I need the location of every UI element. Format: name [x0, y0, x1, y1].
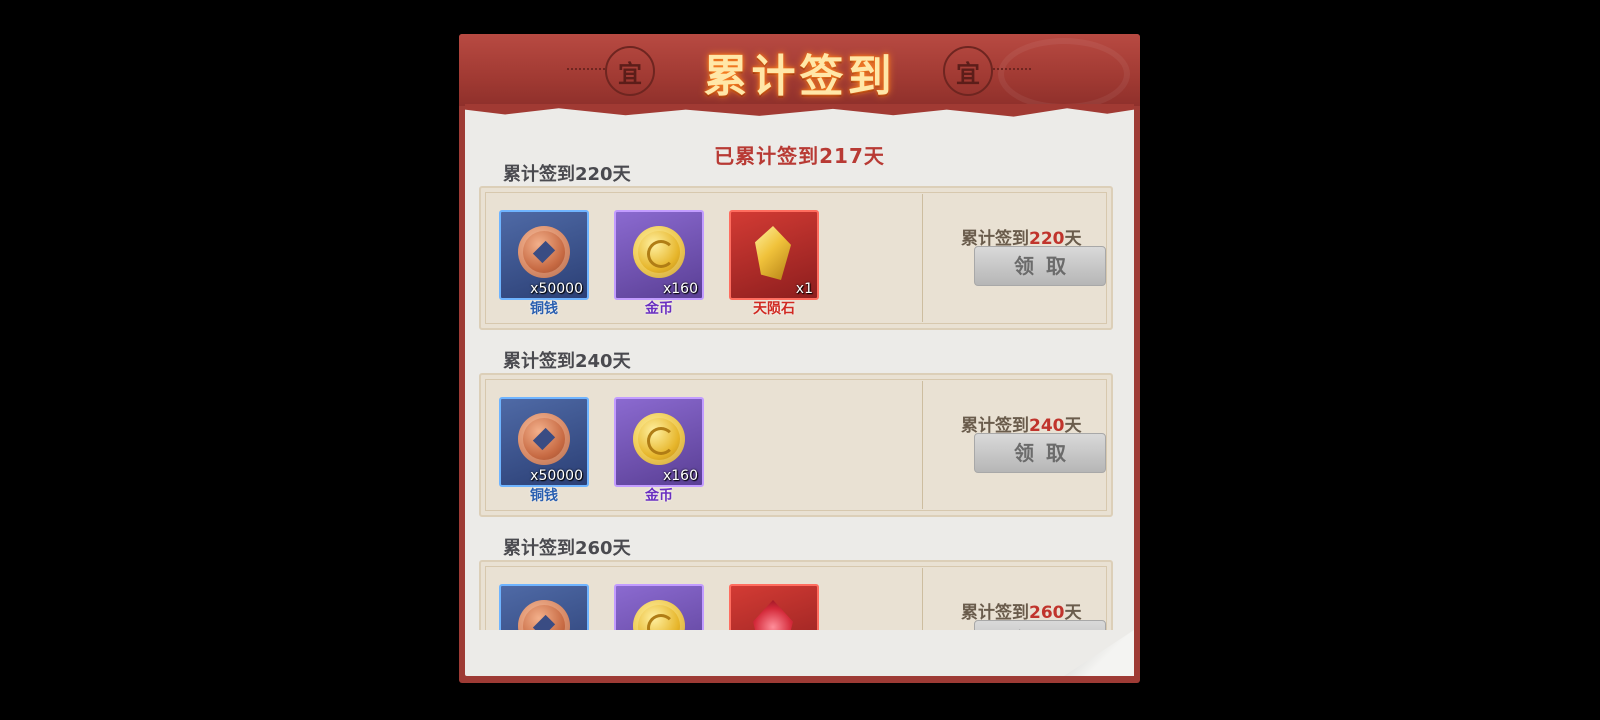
milestone-label: 累计签到260天: [503, 538, 631, 559]
panel-header: 宜 累计签到 宜: [459, 34, 1140, 110]
reward-qty: x160: [662, 468, 698, 484]
reward-name: 金币: [645, 301, 673, 317]
milestone-220: 累计签到220天 x50000 铜钱 x160 金币 x1 天陨石 累计签到22…: [465, 160, 1134, 343]
milestone-240: 累计签到240天 x50000 铜钱 x160 金币 累计签到240天 领取: [465, 347, 1134, 530]
copper-coin-icon: [518, 413, 570, 465]
reward-slot-gold[interactable]: [614, 584, 704, 630]
milestone-label: 累计签到240天: [503, 351, 631, 372]
gold-coin-icon: [633, 413, 685, 465]
card-divider: [922, 568, 923, 630]
reward-name: 金币: [645, 488, 673, 504]
copper-coin-icon: [518, 600, 570, 630]
reward-slot-copper[interactable]: x50000: [499, 210, 589, 300]
claim-button[interactable]: 领取: [974, 246, 1106, 286]
page-curl: [1064, 630, 1134, 676]
milestone-260: 累计签到260天 累计签到260天 领取: [465, 534, 1134, 630]
reward-name: 天陨石: [753, 301, 795, 317]
gold-coin-icon: [633, 600, 685, 630]
meteorite-stone-icon: [755, 226, 791, 280]
gold-coin-icon: [633, 226, 685, 278]
reward-qty: x1: [795, 281, 813, 297]
milestone-list[interactable]: 累计签到220天 x50000 铜钱 x160 金币 x1 天陨石 累计签到22…: [465, 160, 1134, 630]
red-gem-icon: [753, 600, 793, 630]
reward-slot-gold[interactable]: x160: [614, 397, 704, 487]
reward-slot-copper[interactable]: [499, 584, 589, 630]
reward-name: 铜钱: [530, 301, 558, 317]
reward-slot-gold[interactable]: x160: [614, 210, 704, 300]
card-divider: [922, 381, 923, 509]
reward-slot-meteorite[interactable]: x1: [729, 210, 819, 300]
sign-in-panel: 宜 累计签到 宜 已累计签到217天 累计签到220天 x50000 铜钱 x1…: [459, 34, 1140, 683]
card-divider: [922, 194, 923, 322]
reward-qty: x50000: [530, 468, 583, 484]
paper-body: 已累计签到217天 累计签到220天 x50000 铜钱 x160 金币 x1 …: [465, 104, 1134, 676]
torn-edge: [465, 104, 1134, 117]
copper-coin-icon: [518, 226, 570, 278]
header-dots-right: [993, 68, 1031, 70]
reward-name: 铜钱: [530, 488, 558, 504]
reward-qty: x50000: [530, 281, 583, 297]
panel-title: 累计签到: [703, 51, 896, 102]
reward-slot-copper[interactable]: x50000: [499, 397, 589, 487]
reward-slot-red-gem[interactable]: [729, 584, 819, 630]
reward-card: x50000 铜钱 x160 金币 x1 天陨石 累计签到220天 领取: [479, 186, 1113, 330]
claim-button[interactable]: 领取: [974, 433, 1106, 473]
reward-card: x50000 铜钱 x160 金币 累计签到240天 领取: [479, 373, 1113, 517]
reward-qty: x160: [662, 281, 698, 297]
seal-right: 宜: [943, 46, 993, 96]
claim-button[interactable]: 领取: [974, 620, 1106, 630]
milestone-label: 累计签到220天: [503, 164, 631, 185]
reward-card: 累计签到260天 领取: [479, 560, 1113, 630]
